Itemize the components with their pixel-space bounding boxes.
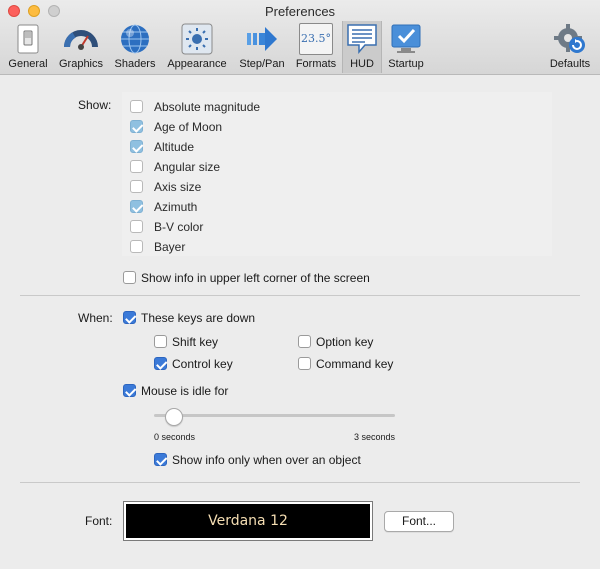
slider-max-label: 3 seconds — [354, 432, 396, 442]
checkbox[interactable] — [154, 453, 167, 466]
preferences-window: Preferences General Graphics Shaders App… — [0, 0, 600, 569]
divider — [20, 482, 580, 483]
checkbox[interactable] — [130, 200, 143, 213]
toolbar-graphics[interactable]: Graphics — [54, 21, 108, 73]
when-label: When: — [78, 311, 113, 325]
checkbox[interactable] — [123, 311, 136, 324]
arrow-right-icon — [247, 27, 277, 51]
show-label: Show: — [78, 98, 112, 112]
checkbox[interactable] — [123, 271, 136, 284]
checkbox[interactable] — [130, 220, 143, 233]
title-toolbar: Preferences General Graphics Shaders App… — [0, 0, 600, 75]
toolbar-defaults[interactable]: Defaults — [546, 21, 594, 73]
gauge-icon — [64, 30, 98, 50]
toolbar-formats[interactable]: 23.5° Formats — [292, 21, 340, 73]
checkbox[interactable] — [130, 140, 143, 153]
font-preview: Verdana 12 — [123, 501, 373, 541]
toolbar-step-pan[interactable]: Step/Pan — [234, 21, 290, 73]
switch-icon — [17, 24, 39, 54]
brightness-icon — [181, 23, 213, 55]
speech-bubble-icon — [347, 24, 377, 55]
checkbox[interactable] — [154, 335, 167, 348]
window-title: Preferences — [264, 4, 336, 19]
idle-time-slider-knob[interactable] — [165, 408, 183, 426]
slider-min-label: 0 seconds — [154, 432, 196, 442]
checkbox[interactable] — [154, 357, 167, 370]
idle-time-slider-track[interactable] — [154, 414, 395, 417]
checkbox[interactable] — [298, 357, 311, 370]
formats-icon: 23.5° — [299, 23, 333, 55]
checkmark-screen-icon — [391, 24, 421, 53]
gear-reset-icon — [554, 24, 585, 53]
checkbox[interactable] — [130, 240, 143, 253]
checkbox[interactable] — [130, 180, 143, 193]
choose-font-button[interactable]: Font... — [384, 511, 454, 532]
font-label: Font: — [85, 514, 113, 528]
checkbox[interactable] — [298, 335, 311, 348]
toolbar-general[interactable]: General — [4, 21, 52, 73]
toolbar-appearance[interactable]: Appearance — [162, 21, 232, 73]
divider — [20, 295, 580, 296]
checkbox[interactable] — [130, 100, 143, 113]
globe-icon — [121, 24, 149, 54]
toolbar-shaders[interactable]: Shaders — [110, 21, 160, 73]
checkbox[interactable] — [130, 160, 143, 173]
checkbox[interactable] — [130, 120, 143, 133]
toolbar-startup[interactable]: Startup — [384, 21, 428, 73]
toolbar-hud[interactable]: HUD — [342, 21, 382, 73]
checkbox[interactable] — [123, 384, 136, 397]
